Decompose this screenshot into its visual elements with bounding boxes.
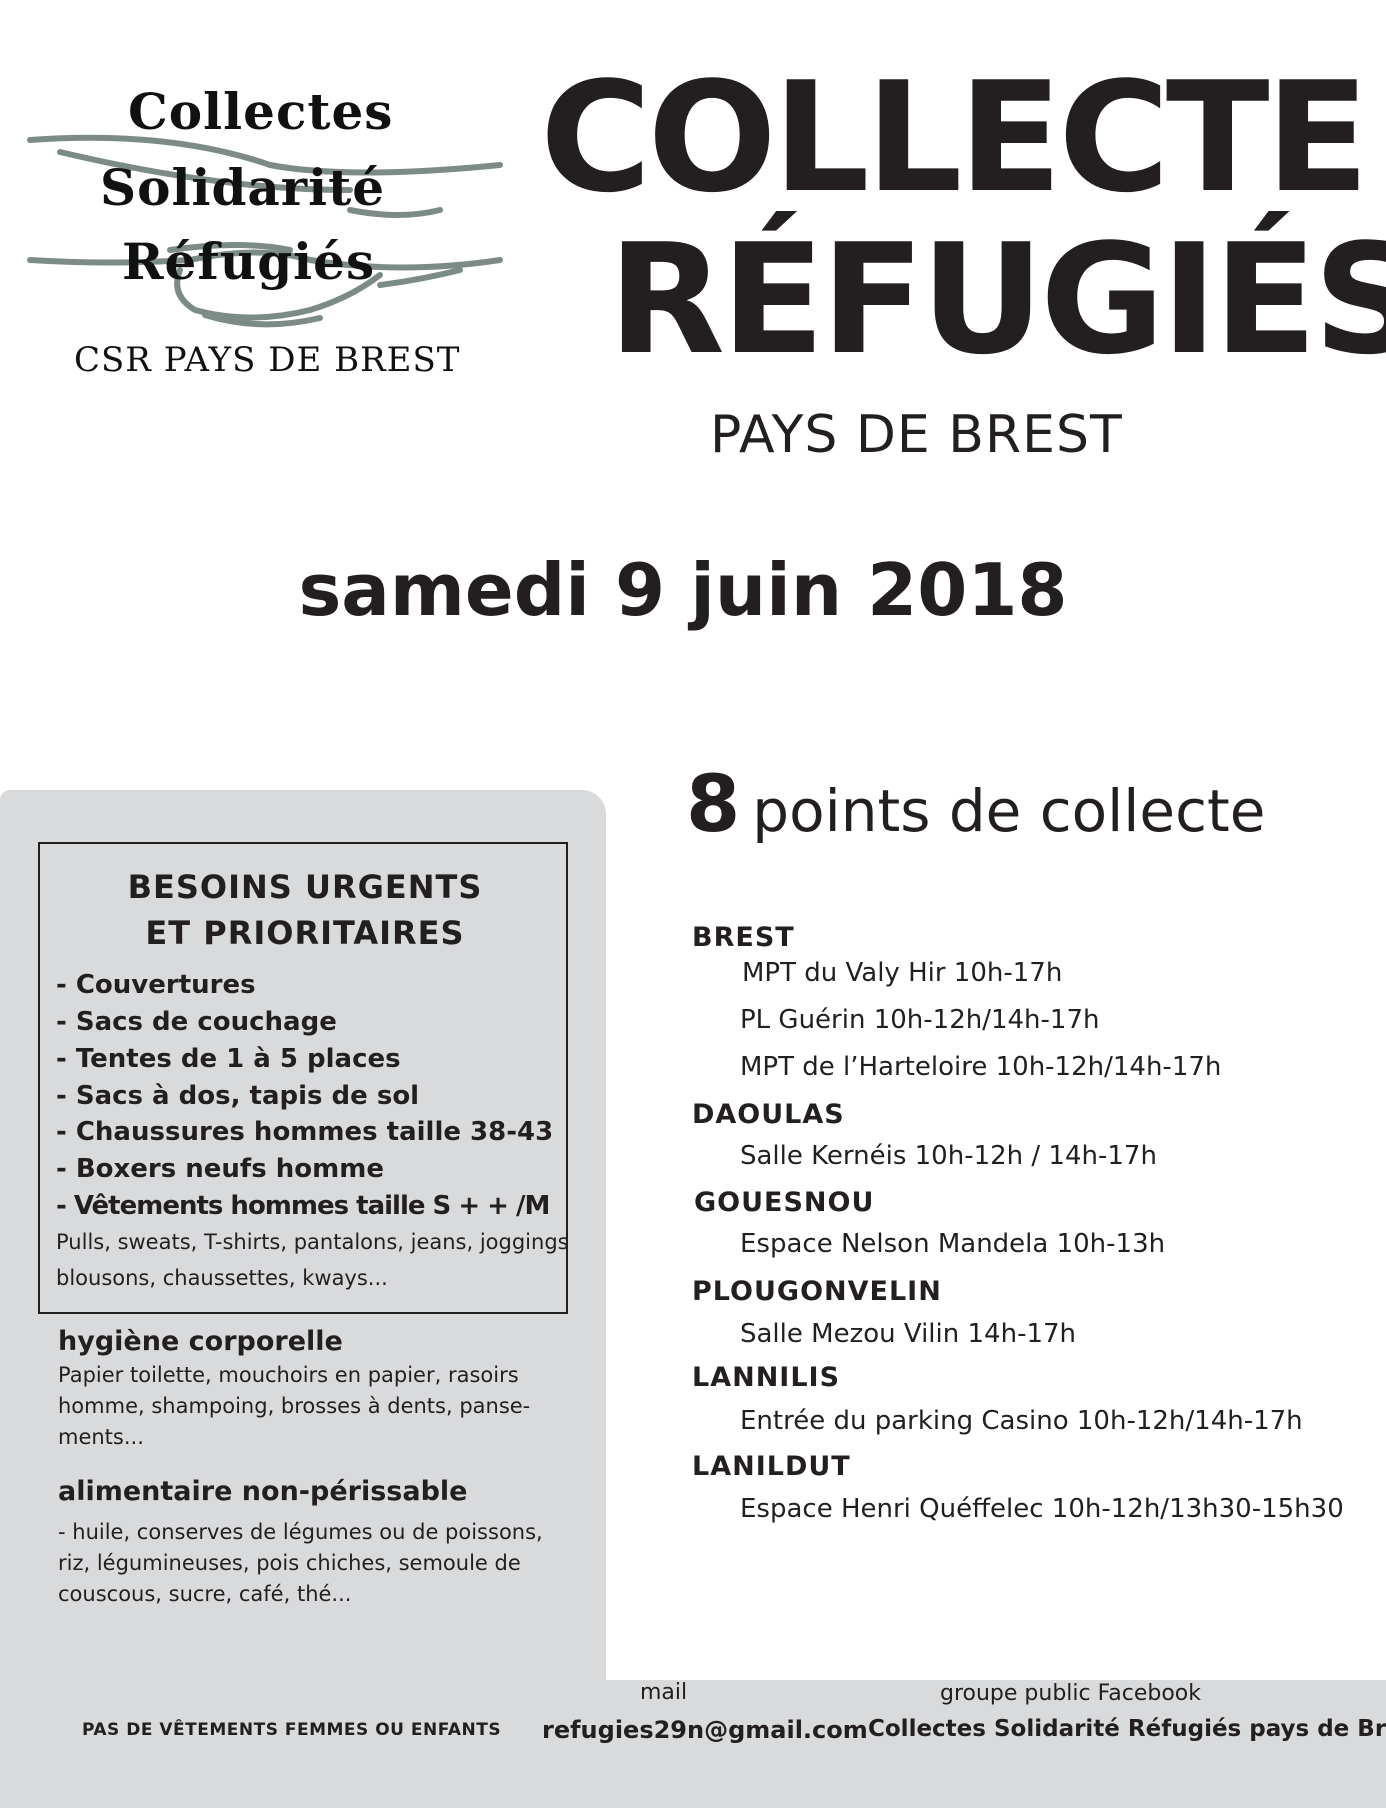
town-gouesnou: GOUESNOU	[694, 1187, 875, 1218]
location-place: PL Guérin 10h-12h/14h-17h	[740, 1005, 1100, 1035]
location-place: Salle Mezou Vilin 14h-17h	[740, 1319, 1077, 1349]
town-lannilis: LANNILIS	[692, 1362, 841, 1393]
hygiene-text: Papier toilette, mouchoirs en papier, ra…	[58, 1363, 531, 1449]
contact-email: refugies29n@gmail.com	[542, 1716, 868, 1744]
logo-subtitle: CSR PAYS DE BREST	[74, 340, 461, 380]
location-place: MPT de l’Harteloire 10h-12h/14h-17h	[740, 1052, 1222, 1082]
town-daoulas: DAOULAS	[692, 1099, 845, 1130]
need-item: - Sacs de couchage	[56, 1007, 337, 1037]
need-item: - Tentes de 1 à 5 places	[56, 1044, 401, 1074]
event-date-text: samedi 9 juin 2018	[298, 548, 1068, 632]
logo-text-line2: Solidarité	[100, 158, 386, 217]
title-line1: COLLECTE	[540, 49, 1369, 226]
points-count: 8	[686, 760, 741, 850]
need-item: - Sacs à dos, tapis de sol	[56, 1081, 420, 1111]
title-line2: RÉFUGIÉS	[608, 211, 1386, 388]
town-lanildut: LANILDUT	[692, 1451, 851, 1482]
mail-label: mail	[640, 1680, 688, 1705]
logo-text-line1: Collectes	[128, 82, 394, 141]
urgent-needs-box: BESOINS URGENTS ET PRIORITAIRES - Couver…	[38, 842, 569, 1314]
location-place: Salle Kernéis 10h-12h / 14h-17h	[740, 1141, 1157, 1171]
need-item: - Couvertures	[56, 970, 256, 1000]
hygiene-title: hygiène corporelle	[58, 1326, 343, 1357]
event-date: samedi 9 juin 2018	[0, 548, 1386, 632]
need-item: - Chaussures hommes taille 38-43	[56, 1117, 554, 1147]
location-place: Entrée du parking Casino 10h-12h/14h-17h	[740, 1406, 1303, 1436]
need-note-line1: Pulls, sweats, T-shirts, pantalons, jean…	[56, 1230, 569, 1254]
csr-logo: Collectes Solidarité Réfugiés CSR PAYS D…	[20, 70, 510, 400]
need-note-line2: blousons, chaussettes, kways...	[56, 1266, 388, 1290]
logo-text-line3: Réfugiés	[122, 232, 376, 291]
location-place: Espace Nelson Mandela 10h-13h	[740, 1229, 1166, 1259]
collection-points-heading: 8 points de collecte	[686, 760, 1265, 850]
need-item: - Boxers neufs homme	[56, 1154, 384, 1184]
food-text: - huile, conserves de légumes ou de pois…	[58, 1520, 543, 1606]
food-title: alimentaire non-périssable	[58, 1476, 468, 1507]
points-label: points de collecte	[752, 777, 1266, 845]
facebook-label: groupe public Facebook	[940, 1681, 1201, 1706]
needs-title-line2: ET PRIORITAIRES	[145, 914, 465, 952]
facebook-group-name: Collectes Solidarité Réfugiés pays de Br…	[868, 1716, 1386, 1742]
location-place: MPT du Valy Hir 10h-17h	[742, 958, 1063, 988]
need-item: - Vêtements hommes taille S + + /M	[56, 1191, 550, 1221]
title-subtitle: PAYS DE BREST	[710, 405, 1123, 465]
town-brest: BREST	[692, 922, 795, 953]
town-plougonvelin: PLOUGONVELIN	[692, 1276, 942, 1307]
no-women-children-clothes-warning: PAS DE VÊTEMENTS FEMMES OU ENFANTS	[82, 1720, 502, 1740]
location-place: Espace Henri Quéffelec 10h-12h/13h30-15h…	[740, 1494, 1344, 1524]
needs-title-line1: BESOINS URGENTS	[127, 868, 483, 906]
